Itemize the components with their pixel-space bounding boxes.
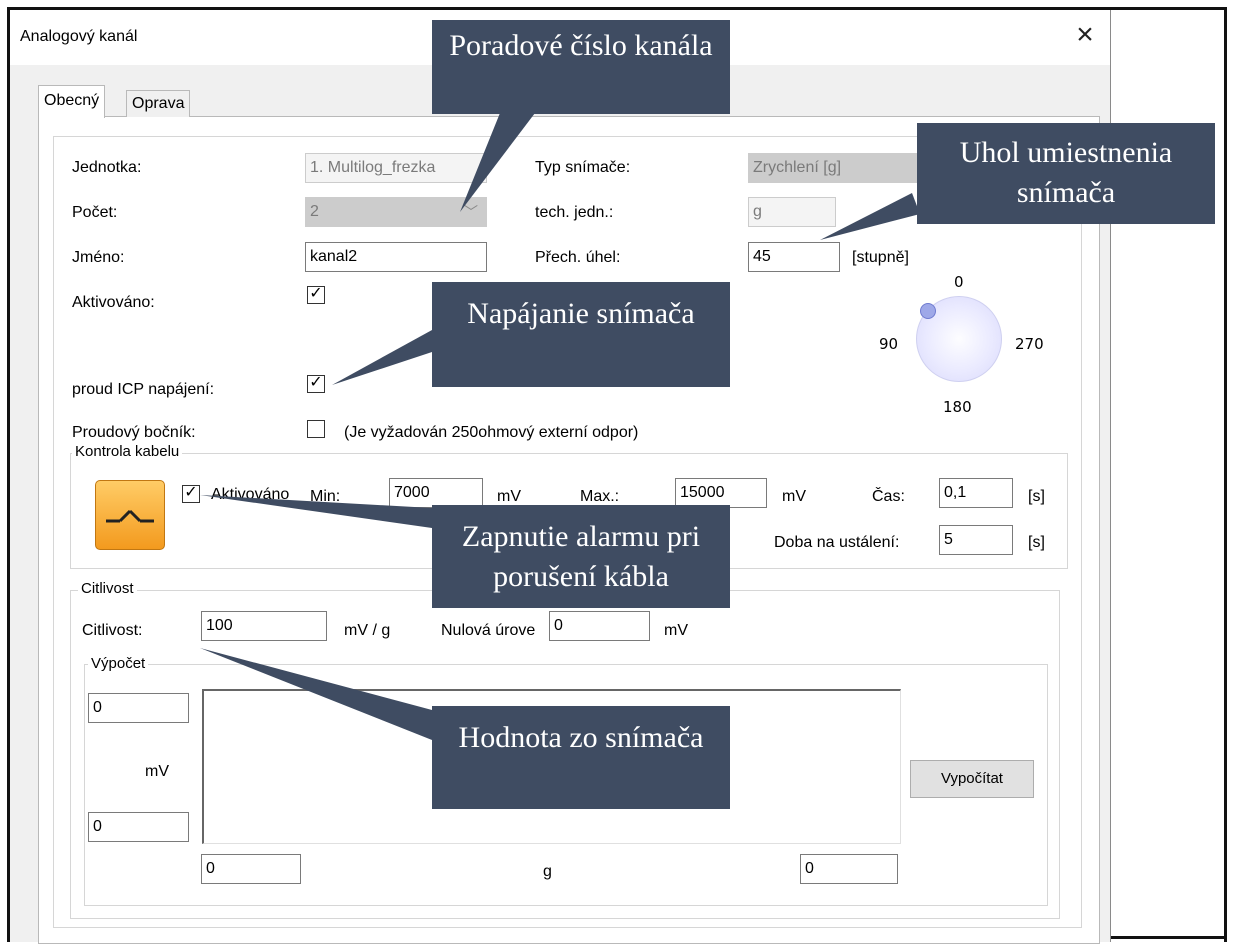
pointer-zapnutie (200, 495, 432, 528)
callout-poradove-cislo: Poradové číslo kanála (432, 20, 730, 114)
callout-hodnota: Hodnota zo snímača (432, 706, 730, 809)
tab-obecny[interactable]: Obecný (38, 85, 106, 118)
pointer-napajanie (332, 330, 432, 385)
pointer-hodnota (200, 648, 432, 740)
callout-zapnutie-alarmu: Zapnutie alarmu pri porušení kábla (432, 505, 730, 608)
callout-uhol-umiestnenia: Uhol umiestnenia snímača (917, 123, 1215, 224)
pointer-uhol (820, 193, 920, 240)
pointer-poradove (460, 113, 535, 212)
callout-napajanie: Napájanie snímača (432, 282, 730, 387)
